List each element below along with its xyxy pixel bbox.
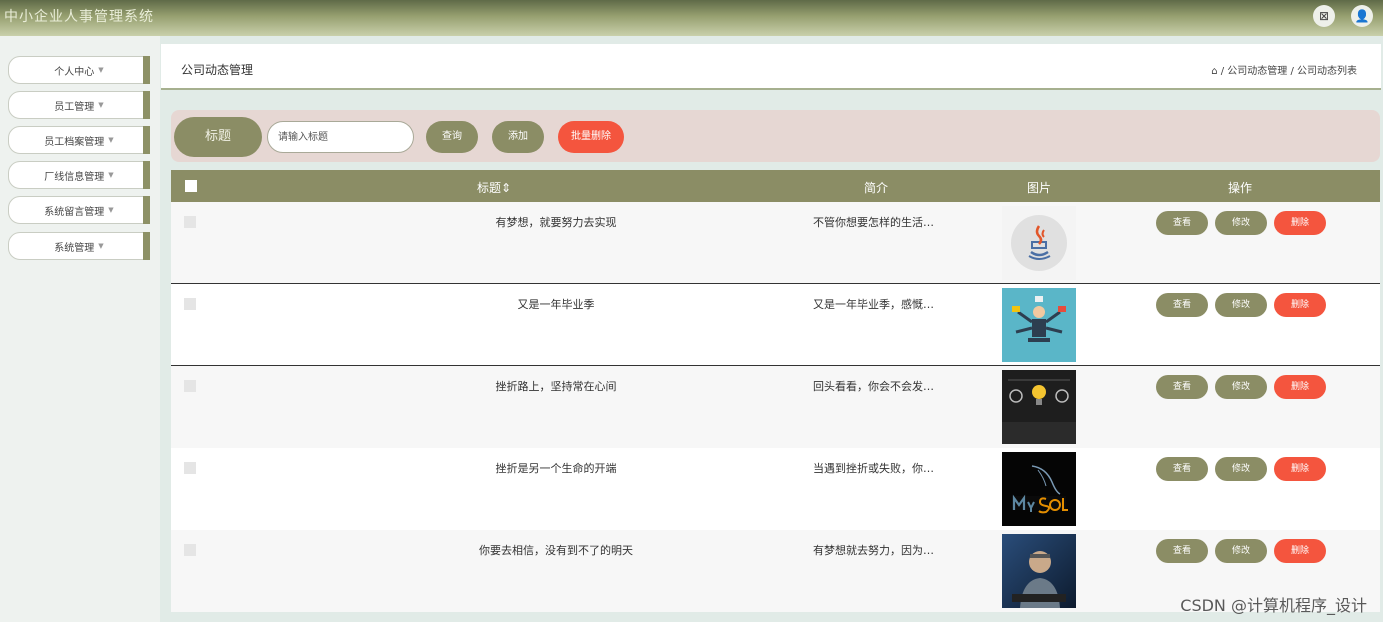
row-intro: 不管你想要怎样的生活…: [813, 216, 934, 229]
watermark: CSDN @计算机程序_设计: [1180, 596, 1367, 615]
search-bar: 标题 查询 添加 批量删除: [171, 110, 1380, 162]
edit-button[interactable]: 修改: [1215, 211, 1267, 235]
edit-button[interactable]: 修改: [1215, 539, 1267, 563]
sidebar-item-personal-center[interactable]: 个人中心 ▼: [8, 56, 150, 84]
row-intro: 有梦想就去努力，因为…: [813, 544, 934, 557]
table-row: 挫折是另一个生命的开端 当遇到挫折或失败，你… 查看 修改 删除: [171, 448, 1380, 530]
app-title: 中小企业人事管理系统: [4, 9, 154, 25]
sidebar-item-label: 个人中心: [54, 66, 95, 78]
sidebar-item-label: 系统管理: [54, 242, 95, 254]
row-intro: 当遇到挫折或失败，你…: [813, 462, 934, 475]
sidebar-item-label: 员工档案管理: [44, 136, 105, 148]
column-title[interactable]: 标题⇕: [477, 179, 511, 196]
view-button[interactable]: 查看: [1156, 293, 1208, 317]
view-button[interactable]: 查看: [1156, 457, 1208, 481]
table-header: 标题⇕ 简介 图片 操作: [171, 170, 1380, 202]
delete-button[interactable]: 删除: [1274, 539, 1326, 563]
page-title: 公司动态管理: [181, 63, 254, 77]
edit-button[interactable]: 修改: [1215, 457, 1267, 481]
table-row: 挫折路上，坚持常在心间 回头看看，你会不会发… 查看 修改 删除: [171, 366, 1380, 448]
select-all-checkbox[interactable]: [185, 180, 197, 192]
row-checkbox[interactable]: [184, 380, 196, 392]
breadcrumb[interactable]: ⌂ / 公司动态管理 / 公司动态列表: [1211, 62, 1357, 77]
edit-button[interactable]: 修改: [1215, 293, 1267, 317]
caret-down-icon: ▼: [108, 171, 114, 179]
sidebar-item-factory-line[interactable]: 厂线信息管理 ▼: [8, 161, 150, 189]
caret-down-icon: ▼: [98, 242, 104, 250]
main-content: 公司动态管理 ⌂ / 公司动态管理 / 公司动态列表 标题 查询 添加 批量删除…: [160, 36, 1383, 622]
sidebar-item-employee[interactable]: 员工管理 ▼: [8, 91, 150, 119]
mysql-logo-icon: [1002, 452, 1076, 526]
batch-delete-button[interactable]: 批量删除: [558, 121, 624, 153]
row-checkbox[interactable]: [184, 544, 196, 556]
table-row: 有梦想，就要努力去实现 不管你想要怎样的生活… 查看 修改 删除: [171, 202, 1380, 284]
row-title: 挫折是另一个生命的开端: [495, 462, 617, 475]
search-label: 标题: [174, 117, 262, 157]
sidebar-item-employee-archive[interactable]: 员工档案管理 ▼: [8, 126, 150, 154]
row-checkbox[interactable]: [184, 216, 196, 228]
user-icon[interactable]: 👤: [1351, 5, 1373, 27]
sidebar: 个人中心 ▼ 员工管理 ▼ 员工档案管理 ▼ 厂线信息管理 ▼ 系统留言管理 ▼ 系统管理…: [0, 36, 160, 622]
sidebar-item-label: 员工管理: [54, 101, 95, 113]
row-title: 你要去相信，没有到不了的明天: [479, 544, 633, 557]
java-logo-icon: [1002, 206, 1076, 280]
view-button[interactable]: 查看: [1156, 211, 1208, 235]
page-header: 公司动态管理 ⌂ / 公司动态管理 / 公司动态列表: [161, 44, 1381, 90]
close-icon[interactable]: ⊠: [1313, 5, 1335, 27]
edit-button[interactable]: 修改: [1215, 375, 1267, 399]
view-button[interactable]: 查看: [1156, 375, 1208, 399]
column-actions: 操作: [1228, 181, 1253, 195]
delete-button[interactable]: 删除: [1274, 293, 1326, 317]
row-title: 有梦想，就要努力去实现: [495, 216, 617, 229]
query-button[interactable]: 查询: [426, 121, 478, 153]
sidebar-item-label: 系统留言管理: [44, 206, 105, 218]
sidebar-item-system[interactable]: 系统管理 ▼: [8, 232, 150, 260]
delete-button[interactable]: 删除: [1274, 211, 1326, 235]
row-checkbox[interactable]: [184, 462, 196, 474]
row-title: 挫折路上，坚持常在心间: [495, 380, 617, 393]
news-table: 标题⇕ 简介 图片 操作 有梦想，就要努力去实现 不管你想要怎样的生活… 查看: [171, 170, 1380, 622]
multitask-figure-icon: [1002, 288, 1076, 362]
add-button[interactable]: 添加: [492, 121, 544, 153]
row-checkbox[interactable]: [184, 298, 196, 310]
caret-down-icon: ▼: [108, 206, 114, 214]
search-input[interactable]: [267, 121, 414, 153]
caret-down-icon: ▼: [98, 101, 104, 109]
caret-down-icon: ▼: [98, 66, 104, 74]
delete-button[interactable]: 删除: [1274, 375, 1326, 399]
table-row: 又是一年毕业季 又是一年毕业季，感慨… 查看 修改 删除: [171, 284, 1380, 366]
caret-down-icon: ▼: [108, 136, 114, 144]
column-intro: 简介: [864, 181, 889, 195]
row-intro: 回头看看，你会不会发…: [813, 380, 934, 393]
view-button[interactable]: 查看: [1156, 539, 1208, 563]
sidebar-item-label: 厂线信息管理: [44, 171, 105, 183]
delete-button[interactable]: 删除: [1274, 457, 1326, 481]
man-at-computer-icon: [1002, 534, 1076, 608]
top-bar: 中小企业人事管理系统 ⊠ 👤: [0, 0, 1383, 36]
row-title: 又是一年毕业季: [517, 298, 595, 311]
sidebar-item-messages[interactable]: 系统留言管理 ▼: [8, 196, 150, 224]
education-bulb-icon: [1002, 370, 1076, 444]
column-image: 图片: [1027, 181, 1052, 195]
row-intro: 又是一年毕业季，感慨…: [813, 298, 934, 311]
